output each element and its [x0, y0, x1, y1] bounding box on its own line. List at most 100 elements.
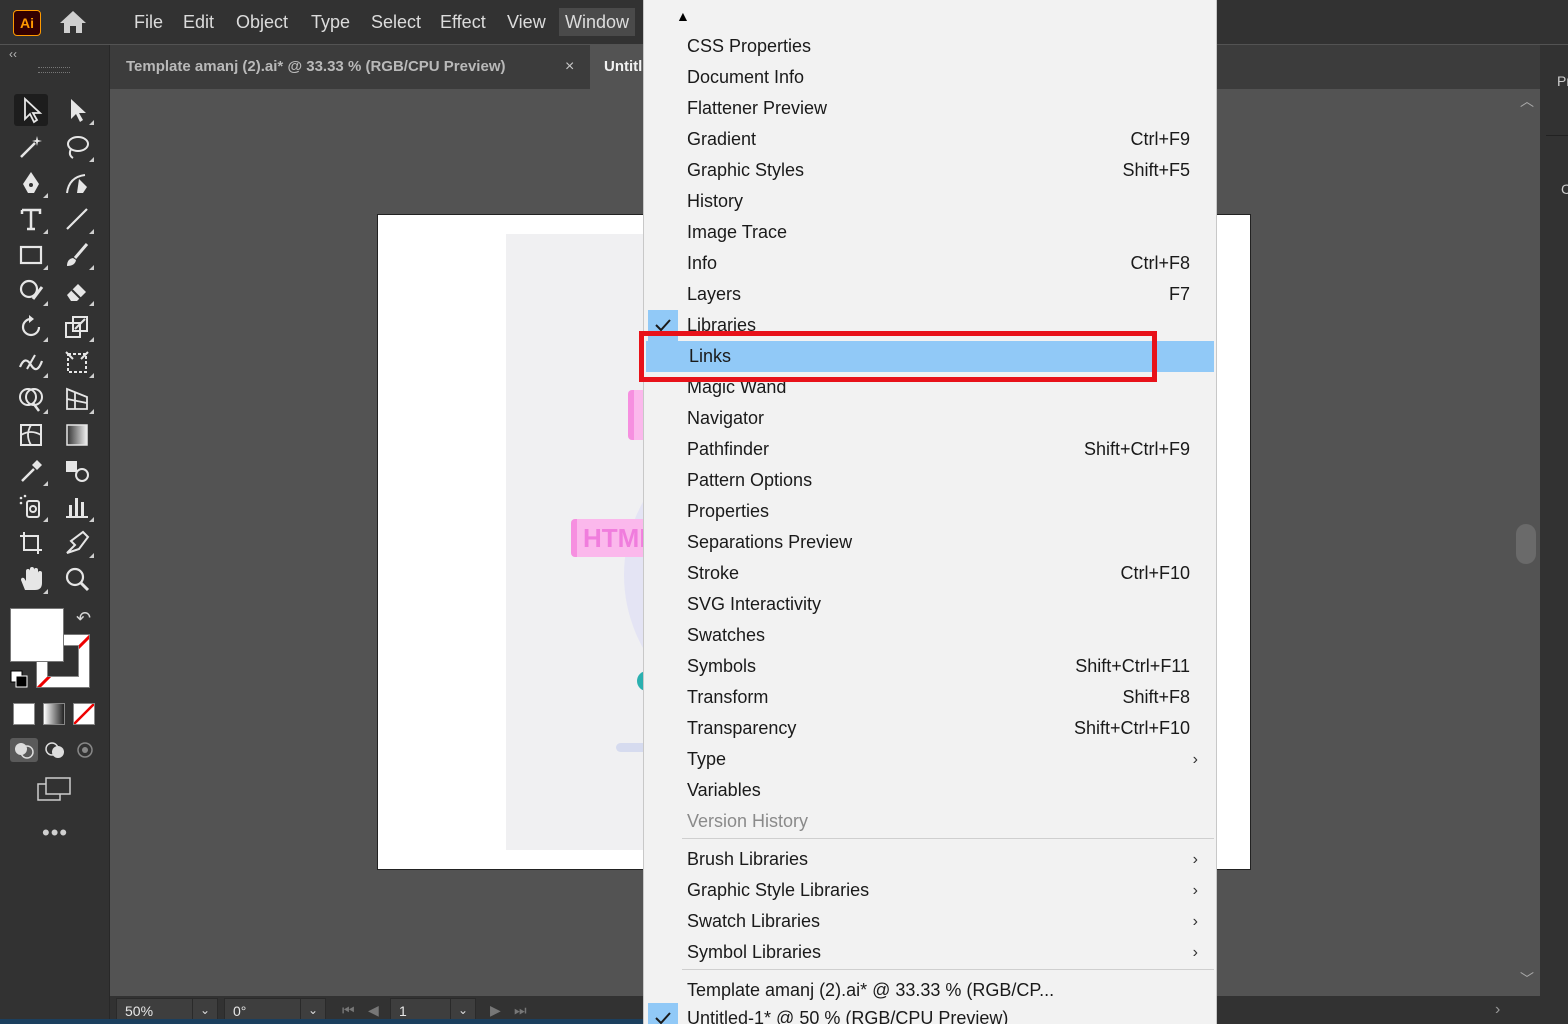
draw-inside-icon[interactable]: [71, 738, 99, 762]
menu-item-swatches[interactable]: Swatches: [644, 620, 1216, 651]
hand-tool-icon[interactable]: [14, 563, 48, 595]
menu-item-layers[interactable]: Layers F7: [644, 279, 1216, 310]
menu-view[interactable]: View: [501, 0, 552, 44]
menu-item-symbols[interactable]: Symbols Shift+Ctrl+F11: [644, 651, 1216, 682]
menu-item-image-trace[interactable]: Image Trace: [644, 217, 1216, 248]
column-graph-tool-icon[interactable]: [60, 491, 94, 523]
pen-tool-icon[interactable]: [14, 167, 48, 199]
menu-select[interactable]: Select: [365, 0, 427, 44]
perspective-grid-tool-icon[interactable]: [60, 383, 94, 415]
shape-builder-tool-icon[interactable]: [14, 383, 48, 415]
document-tab-untitled[interactable]: Untitled-1* @ 50 % (RGB/CPU Preview): [590, 45, 650, 89]
warp-tool-icon[interactable]: [14, 347, 48, 379]
menu-item-separations-preview[interactable]: Separations Preview: [644, 527, 1216, 558]
scroll-down-icon[interactable]: ﹀: [1520, 969, 1534, 989]
menu-edit[interactable]: Edit: [177, 0, 220, 44]
menu-item-type[interactable]: Type ›: [644, 744, 1216, 775]
menu-item-label: Stroke: [687, 563, 740, 583]
color-mode-button[interactable]: [13, 703, 35, 725]
menu-item-gradient[interactable]: Gradient Ctrl+F9: [644, 124, 1216, 155]
menu-item-variables[interactable]: Variables: [644, 775, 1216, 806]
scroll-right-icon[interactable]: ›: [1495, 998, 1500, 1022]
rotate-tool-icon[interactable]: [14, 311, 48, 343]
draw-behind-icon[interactable]: [41, 738, 69, 762]
menu-item-label: Properties: [687, 501, 770, 521]
scroll-up-icon[interactable]: ︿: [1520, 91, 1534, 111]
curvature-tool-icon[interactable]: [60, 167, 94, 199]
scale-tool-icon[interactable]: [60, 311, 94, 343]
menu-item-pathfinder[interactable]: Pathfinder Shift+Ctrl+F9: [644, 434, 1216, 465]
menu-item-stroke[interactable]: Stroke Ctrl+F10: [644, 558, 1216, 589]
menu-file[interactable]: File: [128, 0, 169, 44]
draw-normal-icon[interactable]: [10, 738, 38, 762]
rectangle-tool-icon[interactable]: [14, 239, 48, 271]
free-transform-tool-icon[interactable]: [60, 347, 94, 379]
menu-item-template-amanj-2-ai-33-33-rgb-cp[interactable]: Template amanj (2).ai* @ 33.33 % (RGB/CP…: [644, 975, 1216, 1006]
selection-tool-icon[interactable]: [14, 94, 48, 126]
vertical-scrollbar[interactable]: ︿ ﹀: [1514, 89, 1538, 994]
slice-tool-icon[interactable]: [60, 527, 94, 559]
menu-item-label: Brush Libraries: [687, 849, 809, 869]
menu-item-graphic-style-libraries[interactable]: Graphic Style Libraries ›: [644, 875, 1216, 906]
menu-item-css-properties[interactable]: CSS Properties: [644, 31, 1216, 62]
menu-item-untitled-1-50-rgb-cpu-preview[interactable]: Untitled-1* @ 50 % (RGB/CPU Preview): [644, 1003, 1216, 1024]
menu-window[interactable]: Window: [559, 8, 636, 36]
menu-item-svg-interactivity[interactable]: SVG Interactivity: [644, 589, 1216, 620]
menu-effect[interactable]: Effect: [434, 0, 492, 44]
menu-item-graphic-styles[interactable]: Graphic Styles Shift+F5: [644, 155, 1216, 186]
panel-grip[interactable]: [38, 67, 70, 73]
edit-toolbar-icon[interactable]: •••: [42, 820, 68, 846]
eyedropper-tool-icon[interactable]: [14, 455, 48, 487]
menu-type[interactable]: Type: [305, 0, 356, 44]
submenu-arrow-icon: ›: [1192, 751, 1198, 768]
menu-item-label: Graphic Styles: [687, 160, 805, 180]
eraser-tool-icon[interactable]: [60, 275, 94, 307]
zoom-tool-icon[interactable]: [60, 563, 94, 595]
illustrator-logo: Ai: [13, 10, 41, 36]
tab-label: Template amanj (2).ai* @ 33.33 % (RGB/CP…: [126, 58, 506, 75]
menu-item-brush-libraries[interactable]: Brush Libraries ›: [644, 844, 1216, 875]
screen-mode-icon[interactable]: [36, 776, 72, 804]
collapse-panel-icon[interactable]: ‹‹: [9, 47, 17, 61]
menu-item-transparency[interactable]: Transparency Shift+Ctrl+F10: [644, 713, 1216, 744]
fill-color-swatch[interactable]: [10, 608, 64, 662]
home-icon[interactable]: [58, 9, 88, 35]
menu-item-shortcut: Shift+Ctrl+F9: [1083, 439, 1190, 459]
blend-tool-icon[interactable]: [60, 455, 94, 487]
magic-wand-tool-icon[interactable]: [14, 131, 48, 163]
menu-item-navigator[interactable]: Navigator: [644, 403, 1216, 434]
paintbrush-tool-icon[interactable]: [60, 239, 94, 271]
menu-item-label: Gradient: [687, 129, 757, 149]
line-segment-tool-icon[interactable]: [60, 203, 94, 235]
menu-item-pattern-options[interactable]: Pattern Options: [644, 465, 1216, 496]
none-mode-button[interactable]: [73, 703, 95, 725]
menu-item-document-info[interactable]: Document Info: [644, 62, 1216, 93]
lasso-tool-icon[interactable]: [60, 131, 94, 163]
close-icon[interactable]: ×: [565, 45, 574, 89]
menu-item-properties[interactable]: Properties: [644, 496, 1216, 527]
shaper-tool-icon[interactable]: [14, 275, 48, 307]
properties-panel-tab[interactable]: Pr: [1557, 73, 1568, 89]
scroll-thumb[interactable]: [1516, 524, 1536, 564]
mesh-tool-icon[interactable]: [14, 419, 48, 451]
default-fill-stroke-icon[interactable]: [10, 670, 28, 688]
symbol-sprayer-tool-icon[interactable]: [14, 491, 48, 523]
direct-selection-tool-icon[interactable]: [60, 94, 94, 126]
submenu-arrow-icon: ›: [1192, 913, 1198, 930]
gradient-tool-icon[interactable]: [60, 419, 94, 451]
gradient-mode-button[interactable]: [43, 703, 65, 725]
menu-object[interactable]: Object: [230, 0, 294, 44]
swap-fill-stroke-icon[interactable]: ↶: [76, 608, 91, 629]
artboard-tool-icon[interactable]: [14, 527, 48, 559]
taskbar-strip: [0, 1019, 643, 1024]
menu-item-symbol-libraries[interactable]: Symbol Libraries ›: [644, 937, 1216, 968]
menu-item-flattener-preview[interactable]: Flattener Preview: [644, 93, 1216, 124]
menu-item-history[interactable]: History: [644, 186, 1216, 217]
menu-item-transform[interactable]: Transform Shift+F8: [644, 682, 1216, 713]
document-tab-template[interactable]: Template amanj (2).ai* @ 33.33 % (RGB/CP…: [110, 45, 590, 89]
menu-item-info[interactable]: Info Ctrl+F8: [644, 248, 1216, 279]
type-tool-icon[interactable]: [14, 203, 48, 235]
menu-scroll-up-icon[interactable]: ▲: [676, 8, 690, 24]
menu-item-swatch-libraries[interactable]: Swatch Libraries ›: [644, 906, 1216, 937]
menu-separator: [682, 969, 1214, 970]
